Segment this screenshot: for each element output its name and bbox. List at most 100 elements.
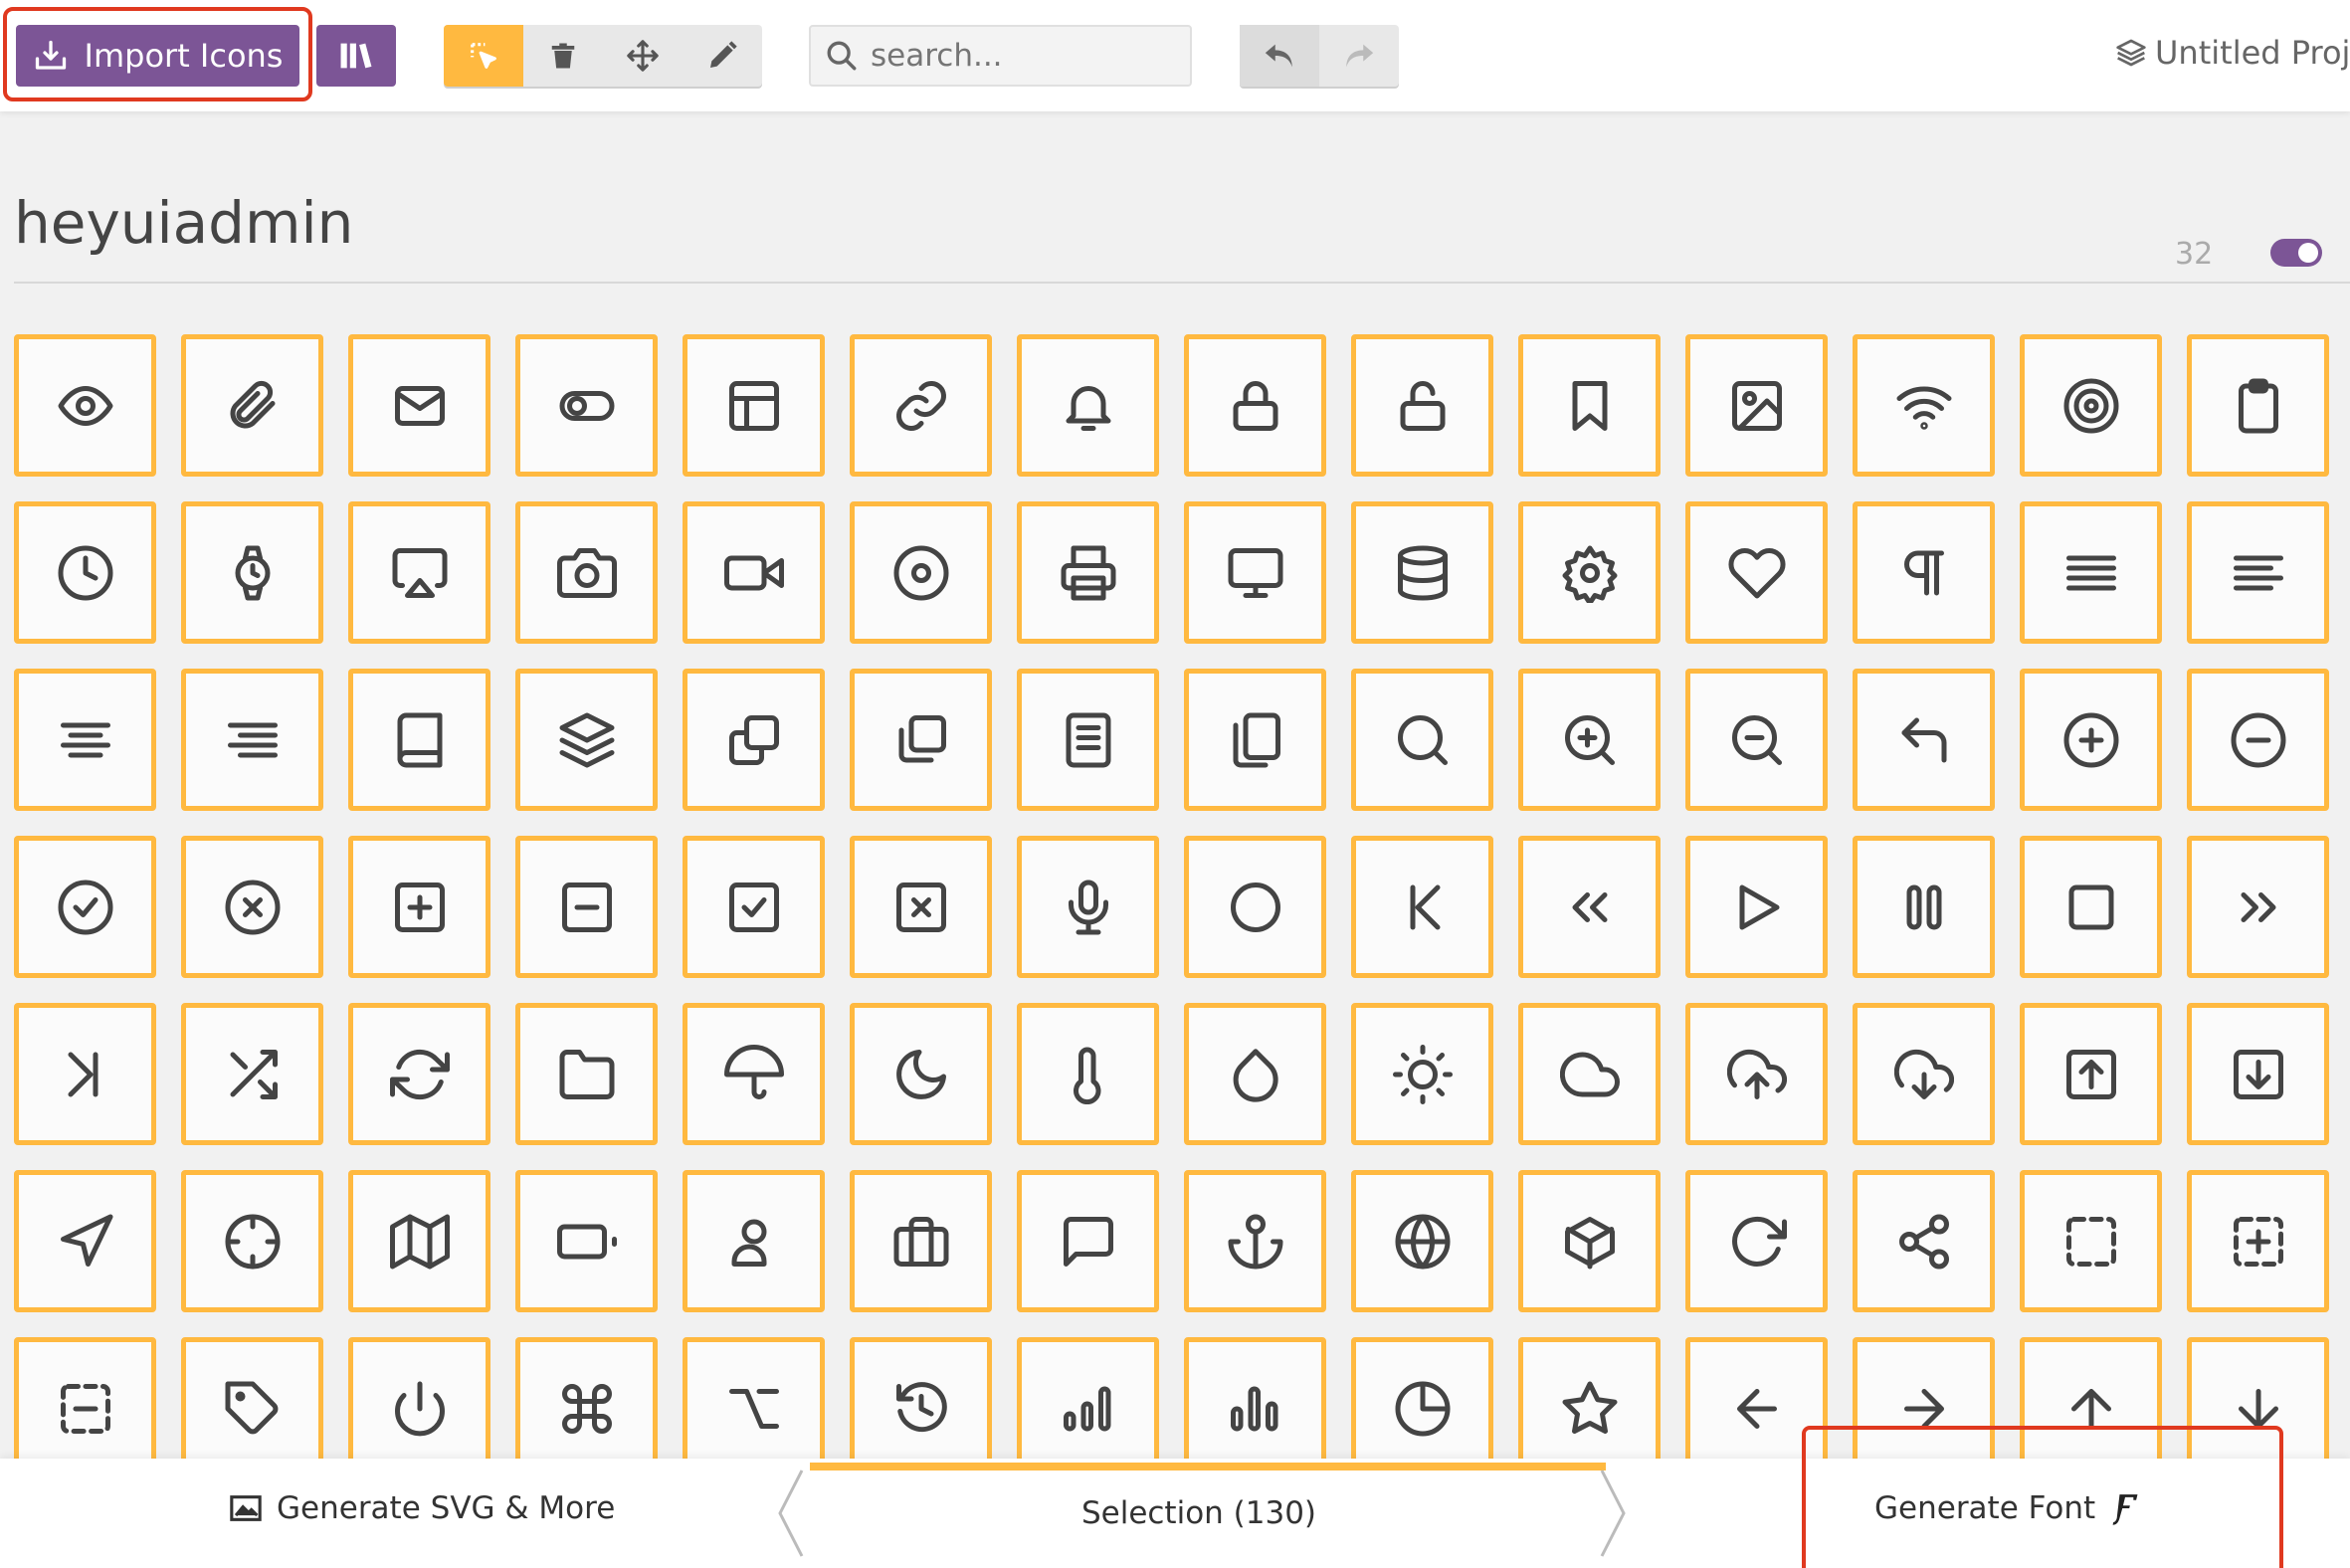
icon-cell-corner-up-left[interactable]: [1853, 669, 1995, 811]
icon-cell-refresh[interactable]: [348, 1003, 490, 1145]
generate-svg-button[interactable]: Generate SVG & More: [229, 1490, 615, 1526]
icon-cell-upload-cloud[interactable]: [1685, 1003, 1828, 1145]
redo-button[interactable]: [1319, 25, 1399, 87]
icon-cell-upload[interactable]: [2020, 1003, 2162, 1145]
icon-cell-check-circle[interactable]: [14, 836, 156, 978]
icon-cell-minus-circle[interactable]: [2187, 669, 2329, 811]
icon-cell-user[interactable]: [683, 1170, 825, 1312]
icon-cell-navigation[interactable]: [14, 1170, 156, 1312]
icon-cell-globe[interactable]: [1351, 1170, 1493, 1312]
icon-cell-folder[interactable]: [515, 1003, 658, 1145]
icon-cell-thermometer[interactable]: [1017, 1003, 1159, 1145]
delete-tool[interactable]: [523, 25, 603, 87]
search-box[interactable]: [809, 25, 1192, 87]
icon-cell-airplay[interactable]: [348, 501, 490, 644]
icon-cell-mail[interactable]: [348, 334, 490, 477]
icon-cell-clipboard[interactable]: [2187, 334, 2329, 477]
icon-cell-eye[interactable]: [14, 334, 156, 477]
icon-cell-copy[interactable]: [683, 669, 825, 811]
icon-cell-watch[interactable]: [181, 501, 323, 644]
icon-cell-moon[interactable]: [850, 1003, 992, 1145]
icon-cell-plus-square[interactable]: [348, 836, 490, 978]
icon-cell-layers[interactable]: [515, 669, 658, 811]
icon-cell-database[interactable]: [1351, 501, 1493, 644]
icon-cell-search[interactable]: [1351, 669, 1493, 811]
icon-cell-circle[interactable]: [1184, 836, 1326, 978]
icon-cell-monitor[interactable]: [1184, 501, 1326, 644]
icon-cell-mic[interactable]: [1017, 836, 1159, 978]
icon-cell-align-justify[interactable]: [2020, 501, 2162, 644]
chevron-left-icon: [778, 1470, 804, 1557]
icon-cell-toggle[interactable]: [515, 334, 658, 477]
icon-cell-bookmark[interactable]: [1518, 334, 1661, 477]
icon-cell-video[interactable]: [683, 501, 825, 644]
icon-cell-shuffle[interactable]: [181, 1003, 323, 1145]
icon-cell-map[interactable]: [348, 1170, 490, 1312]
icon-set-toggle[interactable]: [2270, 239, 2322, 267]
edit-tool[interactable]: [683, 25, 762, 87]
icon-cell-lock[interactable]: [1184, 334, 1326, 477]
icon-cell-battery[interactable]: [515, 1170, 658, 1312]
icon-cell-briefcase[interactable]: [850, 1170, 992, 1312]
project-title[interactable]: Untitled Proje: [2115, 34, 2350, 72]
icon-cell-paragraph[interactable]: [1853, 501, 1995, 644]
icon-cell-camera[interactable]: [515, 501, 658, 644]
icon-cell-check-square[interactable]: [683, 836, 825, 978]
icon-cell-umbrella[interactable]: [683, 1003, 825, 1145]
icon-cell-skip-back[interactable]: [1351, 836, 1493, 978]
icon-cell-skip-forward[interactable]: [14, 1003, 156, 1145]
move-tool[interactable]: [603, 25, 683, 87]
library-button[interactable]: [316, 25, 396, 87]
icon-cell-heart[interactable]: [1685, 501, 1828, 644]
icon-cell-message-square[interactable]: [1017, 1170, 1159, 1312]
icon-cell-paperclip[interactable]: [181, 334, 323, 477]
icon-cell-printer[interactable]: [1017, 501, 1159, 644]
icon-cell-book[interactable]: [348, 669, 490, 811]
icon-cell-files[interactable]: [1184, 669, 1326, 811]
icon-cell-wifi[interactable]: [1853, 334, 1995, 477]
icon-cell-x-square[interactable]: [850, 836, 992, 978]
icon-cell-play[interactable]: [1685, 836, 1828, 978]
icon-cell-bell[interactable]: [1017, 334, 1159, 477]
icon-cell-copy-2[interactable]: [850, 669, 992, 811]
icon-cell-x-circle[interactable]: [181, 836, 323, 978]
icon-cell-download-cloud[interactable]: [1853, 1003, 1995, 1145]
search-input[interactable]: [871, 38, 1169, 74]
icon-cell-layout[interactable]: [683, 334, 825, 477]
skip-back-icon: [1410, 884, 1440, 929]
icon-cell-link[interactable]: [850, 334, 992, 477]
icon-cell-dashed-square[interactable]: [2020, 1170, 2162, 1312]
icon-cell-image[interactable]: [1685, 334, 1828, 477]
icon-cell-align-center[interactable]: [14, 669, 156, 811]
selection-tab[interactable]: Selection (130): [778, 1459, 1626, 1568]
icon-cell-disc[interactable]: [850, 501, 992, 644]
icon-cell-plus-circle[interactable]: [2020, 669, 2162, 811]
icon-cell-crosshair[interactable]: [181, 1170, 323, 1312]
icon-cell-anchor[interactable]: [1184, 1170, 1326, 1312]
icon-cell-minus-square[interactable]: [515, 836, 658, 978]
icon-cell-square[interactable]: [2020, 836, 2162, 978]
icon-cell-pause[interactable]: [1853, 836, 1995, 978]
undo-button[interactable]: [1240, 25, 1319, 87]
icon-cell-align-right[interactable]: [181, 669, 323, 811]
icon-cell-download[interactable]: [2187, 1003, 2329, 1145]
icon-cell-share[interactable]: [1853, 1170, 1995, 1312]
icon-cell-align-left[interactable]: [2187, 501, 2329, 644]
icon-cell-file-text[interactable]: [1017, 669, 1159, 811]
icon-cell-sun[interactable]: [1351, 1003, 1493, 1145]
select-tool[interactable]: [444, 25, 523, 87]
icon-cell-target[interactable]: [2020, 334, 2162, 477]
icon-cell-zoom-out[interactable]: [1685, 669, 1828, 811]
icon-cell-cloud[interactable]: [1518, 1003, 1661, 1145]
icon-cell-chevrons-right[interactable]: [2187, 836, 2329, 978]
icon-cell-settings[interactable]: [1518, 501, 1661, 644]
icon-cell-zoom-in[interactable]: [1518, 669, 1661, 811]
icon-set-title[interactable]: heyuiadmin: [14, 189, 353, 257]
icon-cell-droplet[interactable]: [1184, 1003, 1326, 1145]
icon-cell-unlock[interactable]: [1351, 334, 1493, 477]
icon-cell-dashed-plus[interactable]: [2187, 1170, 2329, 1312]
icon-cell-box[interactable]: [1518, 1170, 1661, 1312]
icon-cell-rotate-cw[interactable]: [1685, 1170, 1828, 1312]
icon-cell-chevrons-left[interactable]: [1518, 836, 1661, 978]
icon-cell-clock[interactable]: [14, 501, 156, 644]
